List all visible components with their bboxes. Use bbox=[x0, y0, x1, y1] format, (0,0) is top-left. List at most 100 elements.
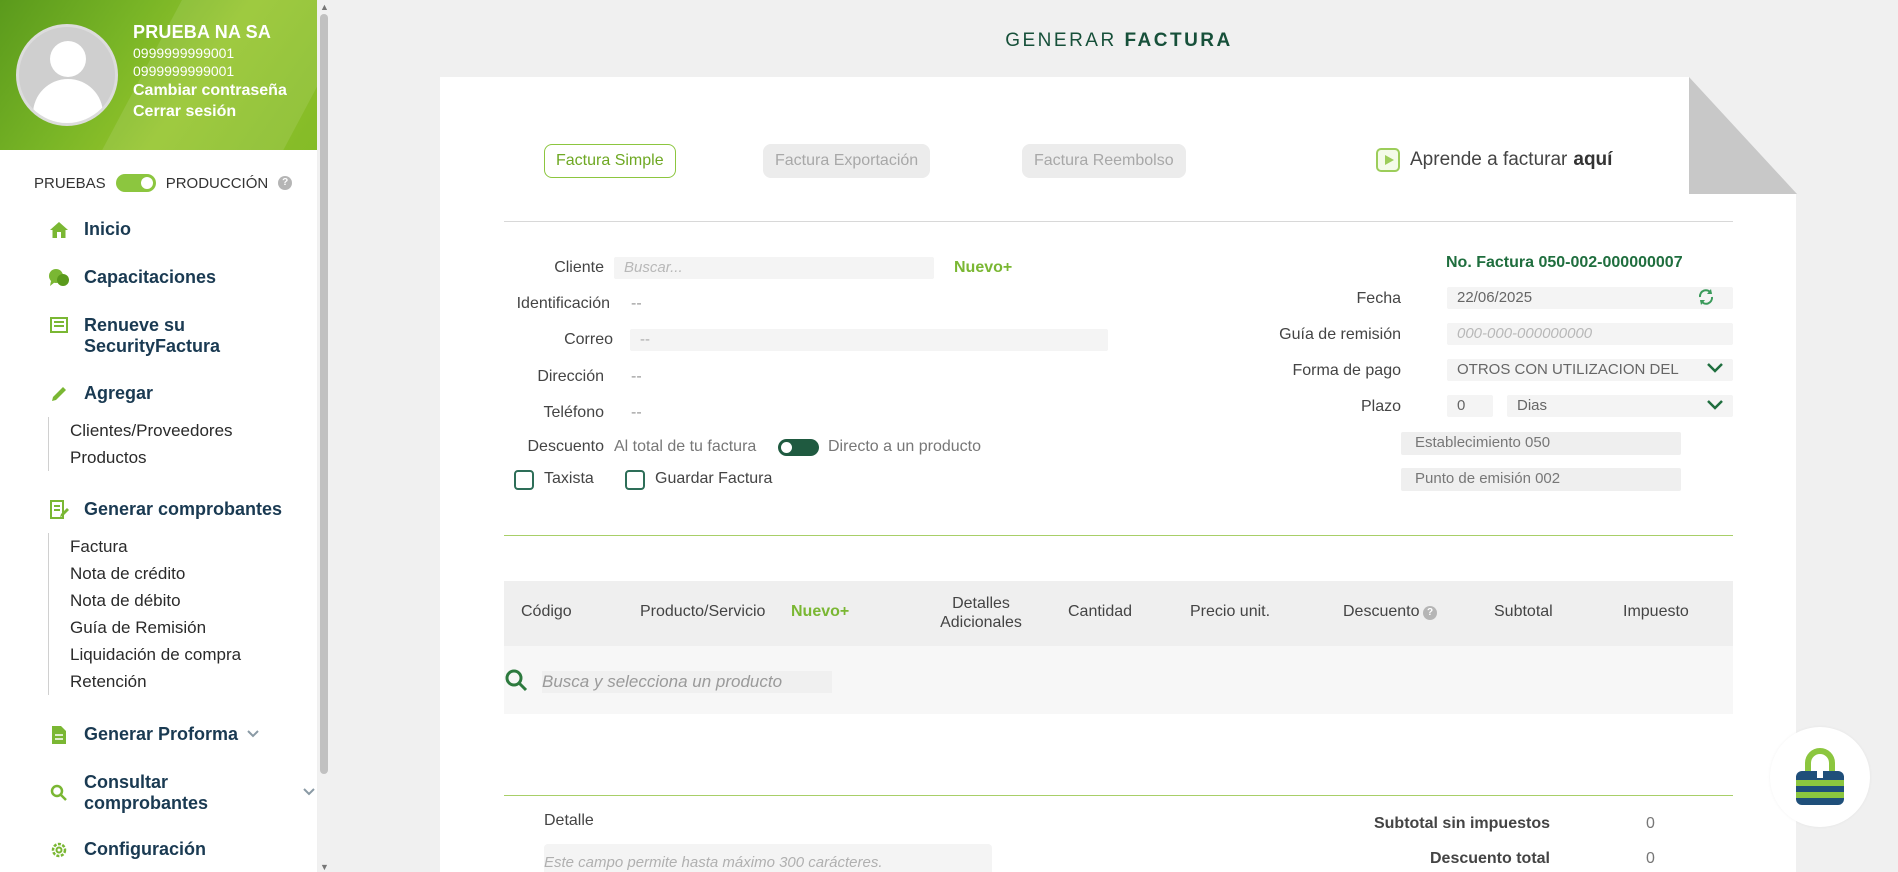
taxista-label: Taxista bbox=[544, 470, 594, 487]
divider bbox=[504, 221, 1733, 222]
product-search-input[interactable]: Busca y selecciona un producto bbox=[542, 671, 832, 693]
chevron-down-icon[interactable] bbox=[1706, 361, 1724, 378]
fecha-input[interactable]: 22/06/2025 bbox=[1447, 287, 1733, 309]
col-descuento: Descuento bbox=[1343, 603, 1420, 620]
gear-icon bbox=[48, 839, 70, 861]
nuevo-producto-button[interactable]: Nuevo+ bbox=[791, 603, 849, 621]
telefono-label: Teléfono bbox=[543, 404, 605, 421]
col-subtotal: Subtotal bbox=[1494, 603, 1553, 620]
logout-link[interactable]: Cerrar sesión bbox=[133, 103, 287, 121]
col-precio-unit: Precio unit. bbox=[1190, 603, 1271, 620]
profile-header: PRUEBA NA SA 0999999999001 0999999999001… bbox=[0, 0, 317, 150]
nav-clientes-proveedores[interactable]: Clientes/Proveedores bbox=[70, 417, 233, 444]
chevron-down-icon[interactable] bbox=[302, 786, 316, 800]
prod-env-label: PRODUCCIÓN bbox=[165, 174, 269, 192]
nav-generar-proforma[interactable]: Generar Proforma bbox=[48, 724, 238, 746]
identificacion-value: -- bbox=[631, 295, 642, 312]
identificacion-label: Identificación bbox=[516, 295, 610, 312]
tab-factura-simple[interactable]: Factura Simple bbox=[544, 144, 676, 178]
descuento-total-value: 0 bbox=[1646, 850, 1655, 867]
search-icon bbox=[48, 782, 70, 804]
environment-toggle[interactable] bbox=[115, 174, 156, 192]
document-edit-icon bbox=[48, 499, 70, 521]
refresh-icon[interactable] bbox=[1697, 288, 1715, 311]
nav-generar-comprobantes[interactable]: Generar comprobantes bbox=[48, 499, 282, 521]
nav-renueve[interactable]: Renueve su SecurityFactura bbox=[48, 315, 220, 357]
sidebar: PRUEBA NA SA 0999999999001 0999999999001… bbox=[0, 0, 317, 872]
tab-factura-reembolso[interactable]: Factura Reembolso bbox=[1022, 144, 1186, 178]
guia-remision-label: Guía de remisión bbox=[1279, 326, 1401, 343]
direccion-label: Dirección bbox=[537, 368, 604, 385]
correo-field[interactable]: -- bbox=[630, 329, 1108, 351]
nav-renueve-line1: Renueve su bbox=[84, 315, 186, 335]
nav-factura[interactable]: Factura bbox=[70, 533, 241, 560]
forma-pago-label: Forma de pago bbox=[1292, 362, 1401, 379]
scrollbar-thumb[interactable] bbox=[320, 14, 328, 774]
help-icon[interactable]: ? bbox=[1423, 606, 1437, 620]
learn-link[interactable]: Aprende a facturar aquí bbox=[1376, 148, 1612, 172]
direccion-value: -- bbox=[631, 368, 642, 385]
correo-label: Correo bbox=[564, 331, 613, 348]
nav-renueve-line2: SecurityFactura bbox=[84, 336, 221, 356]
guia-remision-input[interactable]: 000-000-000000000 bbox=[1447, 323, 1733, 345]
test-env-label: PRUEBAS bbox=[34, 174, 106, 192]
divider bbox=[504, 795, 1733, 796]
chevron-down-icon[interactable] bbox=[1706, 398, 1724, 415]
telefono-value: -- bbox=[631, 404, 642, 421]
taxista-checkbox[interactable] bbox=[514, 470, 534, 490]
page-title: GENERAR FACTURA bbox=[1005, 30, 1233, 51]
guardar-factura-checkbox[interactable] bbox=[625, 470, 645, 490]
col-codigo: Código bbox=[521, 603, 572, 620]
col-impuesto: Impuesto bbox=[1623, 603, 1689, 620]
fecha-label: Fecha bbox=[1356, 290, 1401, 307]
nav-productos[interactable]: Productos bbox=[70, 444, 233, 471]
tab-factura-exportacion[interactable]: Factura Exportación bbox=[763, 144, 931, 178]
sidebar-scrollbar[interactable]: ▲ ▼ bbox=[318, 0, 330, 872]
product-search-row: Busca y selecciona un producto bbox=[504, 646, 1733, 714]
nav-consultar-line2: comprobantes bbox=[84, 793, 209, 813]
col-detalles-adicionales: Detalles Adicionales bbox=[940, 595, 1022, 631]
nav-configuracion[interactable]: Configuración bbox=[48, 839, 206, 861]
nav-guia-remision[interactable]: Guía de Remisión bbox=[70, 614, 241, 641]
nav-inicio[interactable]: Inicio bbox=[48, 219, 131, 241]
forma-pago-select[interactable]: OTROS CON UTILIZACION DEL bbox=[1447, 359, 1733, 381]
nav-consultar-comprobantes[interactable]: Consultar comprobantes bbox=[48, 772, 208, 814]
descuento-total-label: Descuento total bbox=[1429, 850, 1550, 867]
plazo-unit-select[interactable]: Dias bbox=[1507, 395, 1733, 417]
detalle-textarea[interactable]: Este campo permite hasta máximo 300 cará… bbox=[544, 844, 992, 872]
nav-capacitaciones[interactable]: Capacitaciones bbox=[48, 267, 216, 289]
chat-bubbles-icon bbox=[48, 267, 70, 289]
search-icon bbox=[504, 668, 528, 692]
guardar-factura-label: Guardar Factura bbox=[655, 470, 773, 487]
comprobantes-submenu: Factura Nota de crédito Nota de débito G… bbox=[48, 533, 241, 695]
nav-agregar[interactable]: Agregar bbox=[48, 383, 153, 405]
security-badge[interactable] bbox=[1770, 727, 1870, 827]
receipt-icon bbox=[48, 315, 70, 337]
home-icon bbox=[48, 219, 70, 241]
help-icon[interactable]: ? bbox=[278, 176, 293, 190]
subtotal-value: 0 bbox=[1646, 815, 1655, 832]
cliente-label: Cliente bbox=[554, 259, 604, 276]
nuevo-cliente-button[interactable]: Nuevo+ bbox=[954, 259, 1012, 277]
nav-nota-credito[interactable]: Nota de crédito bbox=[70, 560, 241, 587]
page-fold bbox=[1689, 77, 1797, 194]
cliente-search-input[interactable]: Buscar... bbox=[614, 257, 934, 279]
nav-nota-debito[interactable]: Nota de débito bbox=[70, 587, 241, 614]
chevron-down-icon[interactable] bbox=[246, 728, 260, 742]
subtotal-label: Subtotal sin impuestos bbox=[1373, 815, 1550, 832]
environment-switch: PRUEBAS PRODUCCIÓN ? bbox=[34, 174, 293, 192]
divider bbox=[504, 535, 1733, 536]
pencil-icon bbox=[48, 383, 70, 405]
descuento-total-option: Al total de tu factura bbox=[614, 438, 757, 455]
punto-emision-field: Punto de emisión 002 bbox=[1401, 468, 1681, 491]
change-password-link[interactable]: Cambiar contraseña bbox=[133, 82, 287, 100]
nav-retencion[interactable]: Retención bbox=[70, 668, 241, 695]
lock-icon bbox=[1790, 747, 1850, 812]
descuento-toggle[interactable] bbox=[778, 439, 819, 456]
establecimiento-field: Establecimiento 050 bbox=[1401, 432, 1681, 455]
col-cantidad: Cantidad bbox=[1068, 603, 1133, 620]
plazo-label: Plazo bbox=[1360, 398, 1401, 415]
detalle-label: Detalle bbox=[544, 812, 594, 829]
nav-liquidacion-compra[interactable]: Liquidación de compra bbox=[70, 641, 241, 668]
plazo-input[interactable]: 0 bbox=[1447, 395, 1493, 417]
